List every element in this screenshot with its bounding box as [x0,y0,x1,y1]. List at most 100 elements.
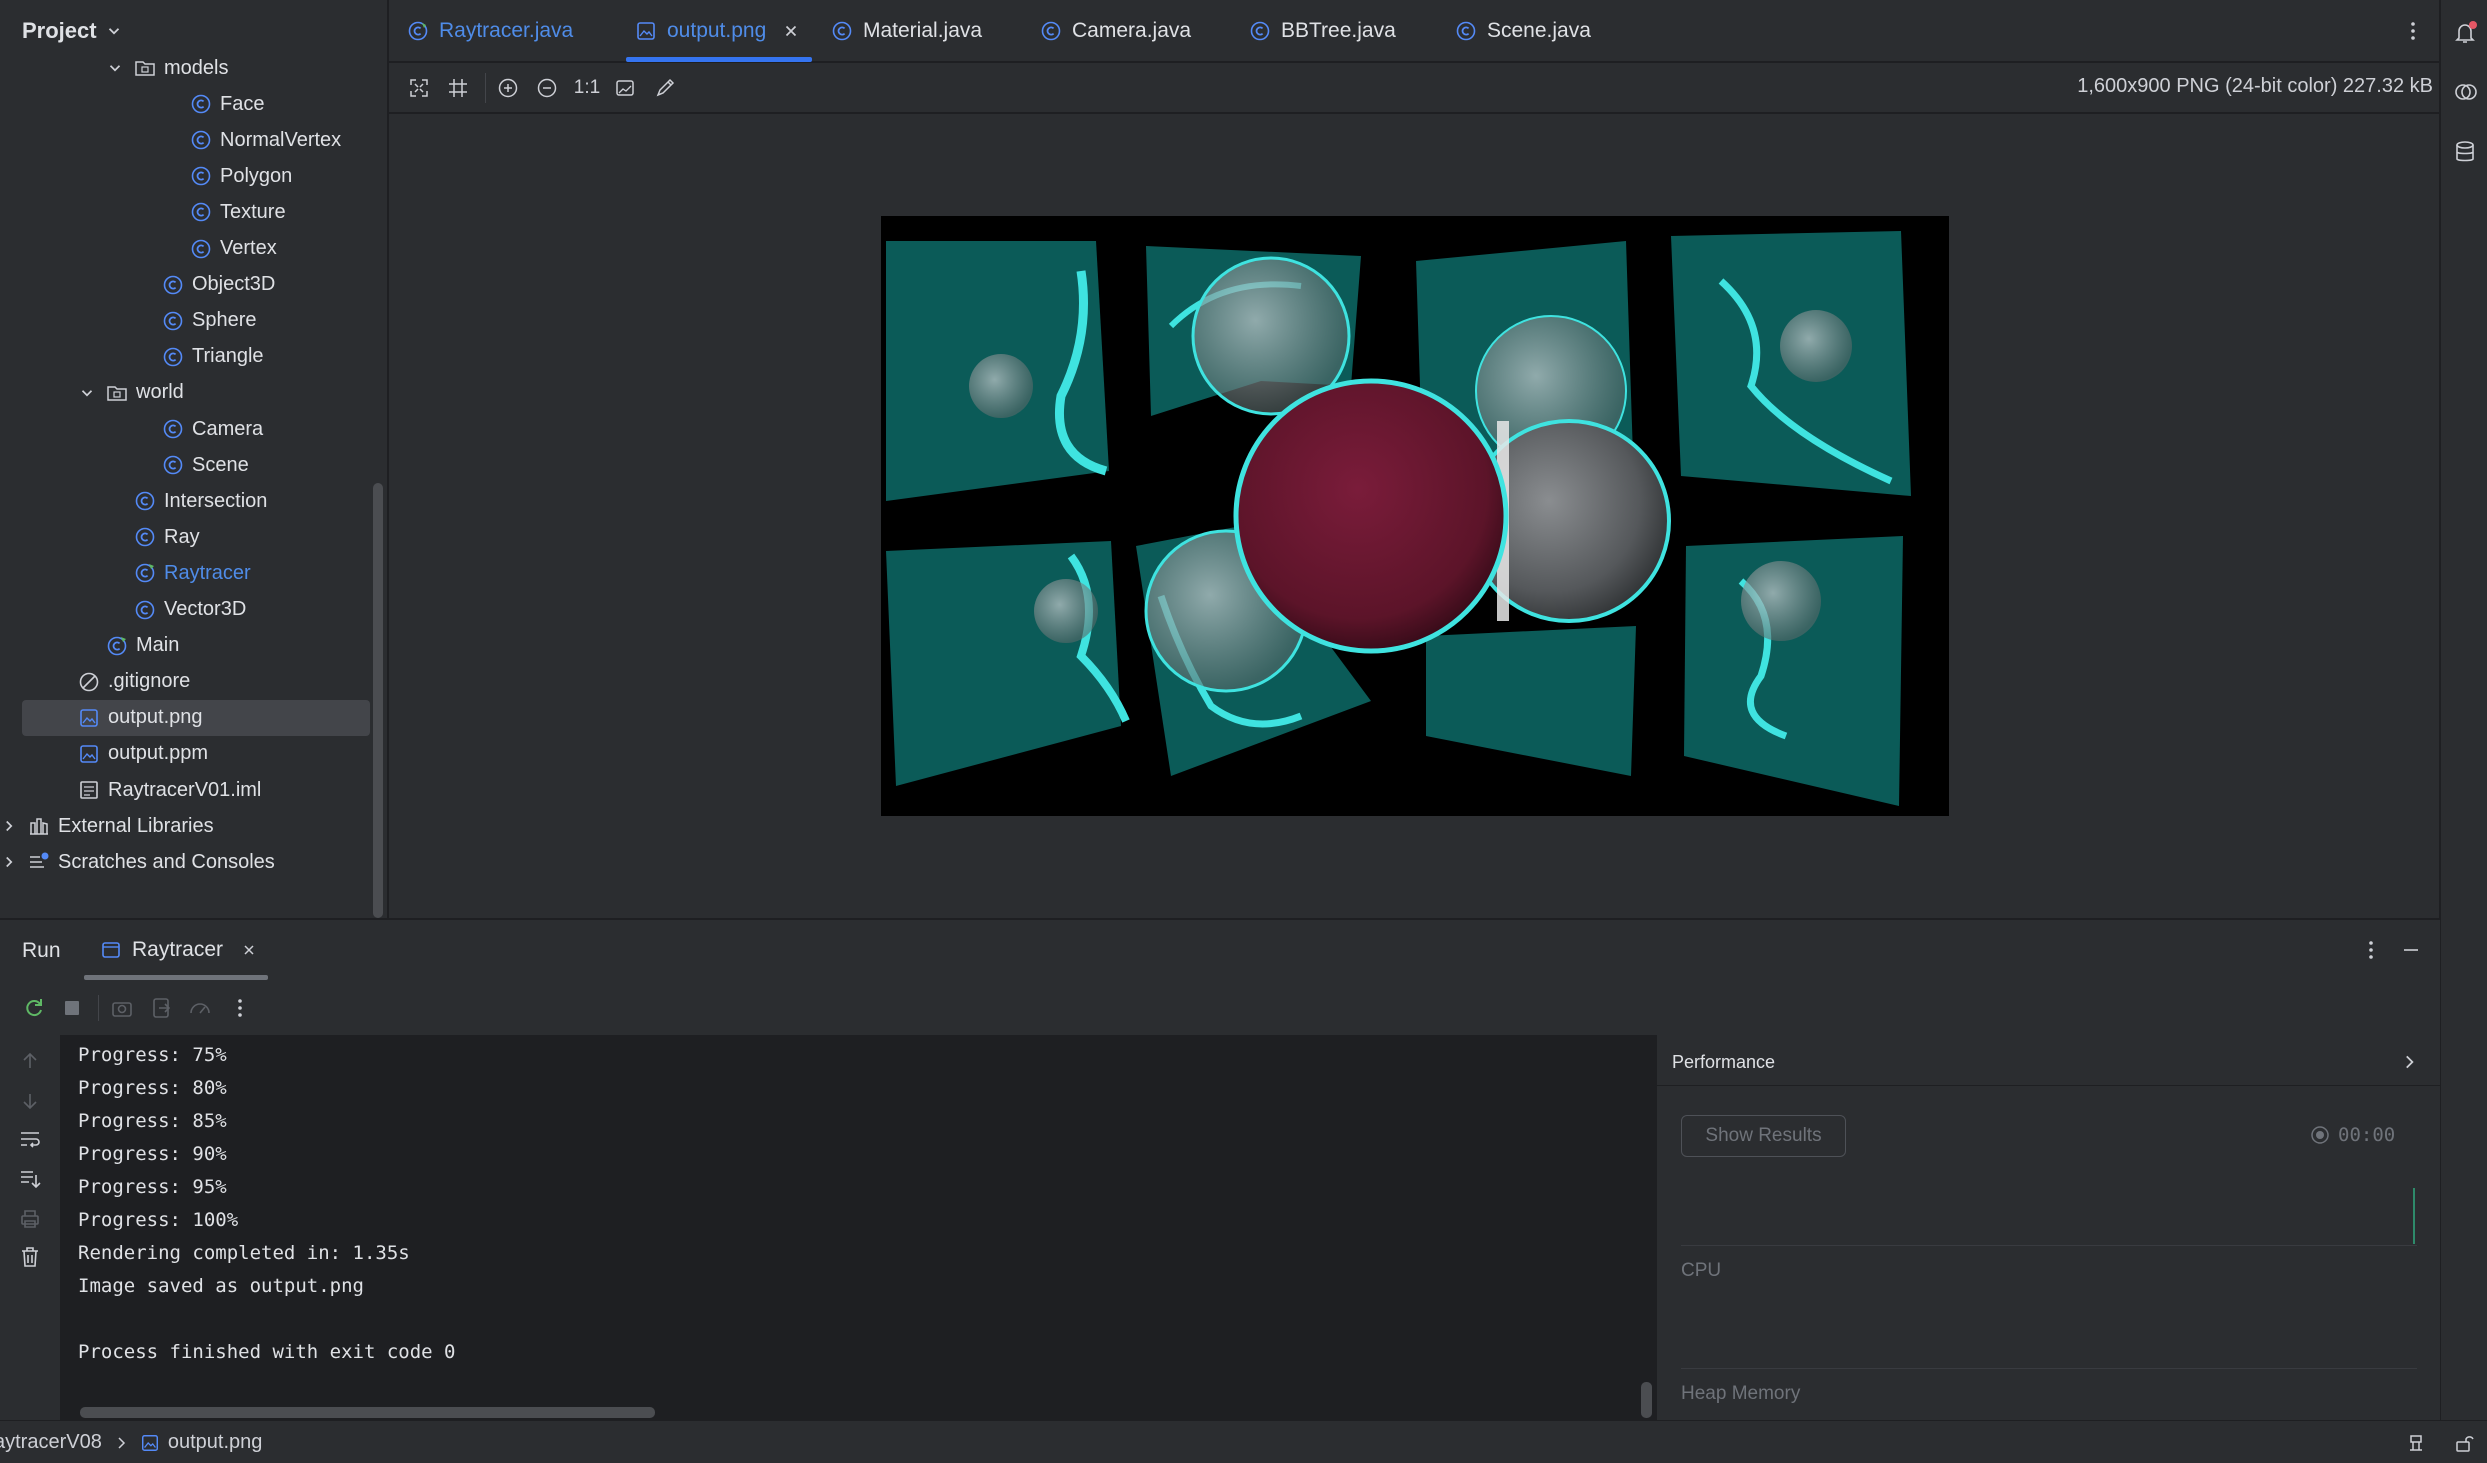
tree-item-vector3d[interactable]: Vector3D [0,592,370,628]
fit-to-window-button[interactable] [407,76,431,100]
tree-item-output-ppm[interactable]: output.ppm [0,736,370,772]
image-file-icon [141,1434,158,1451]
tab-raytracer-java[interactable]: Raytracer.java [407,0,573,62]
console-output[interactable]: Progress: 75% Progress: 80% Progress: 85… [60,1035,1656,1420]
tree-item-models[interactable]: models [0,50,370,86]
tree-item-label: Scene [192,453,249,476]
chevron-right-icon[interactable] [2400,1053,2418,1071]
console-vertical-scrollbar[interactable] [1641,1382,1652,1418]
profiler-timer: 00:00 [2310,1124,2395,1146]
zoom-out-button[interactable] [535,76,559,100]
console-side-toolbar [0,1035,60,1420]
activity-spike [2413,1188,2415,1244]
project-title: Project [22,18,97,43]
close-icon[interactable] [241,942,257,958]
tree-item-ray[interactable]: Ray [0,519,370,555]
screenshot-icon[interactable] [110,996,134,1020]
console-horizontal-scrollbar[interactable] [80,1407,655,1418]
tree-item-triangle[interactable]: Triangle [0,339,370,375]
database-icon[interactable] [2451,138,2479,166]
tab-bbtree-java[interactable]: BBTree.java [1249,0,1396,62]
tree-item-label: models [164,56,229,79]
run-tab-raytracer[interactable]: Raytracer [100,919,257,981]
class-icon [191,203,211,222]
tab-scene-java[interactable]: Scene.java [1455,0,1591,62]
tree-item-raytracer[interactable]: Raytracer [0,555,370,591]
print-icon[interactable] [18,1207,42,1231]
tree-item-main[interactable]: Main [0,628,370,664]
tree-item-camera[interactable]: Camera [0,411,370,447]
chevron-down-icon[interactable] [78,384,96,402]
more-options-icon[interactable] [2402,20,2424,42]
ai-assistant-icon[interactable] [2451,78,2479,106]
class-icon [163,419,183,439]
color-picker-button[interactable] [653,76,677,100]
vcs-widget-icon[interactable] [2405,1432,2427,1454]
tree-item-intersection[interactable]: Intersection [0,483,370,519]
tree-item-object3d[interactable]: Object3D [0,267,370,303]
tree-item-gitignore[interactable]: .gitignore [0,664,370,700]
chevron-right-icon[interactable] [0,853,18,871]
tree-item-face[interactable]: Face [0,86,370,122]
show-results-button[interactable]: Show Results [1681,1115,1846,1157]
chevron-down-icon[interactable] [106,59,124,77]
scratches-icon [30,852,49,868]
main-class-icon [408,21,428,41]
chevron-right-icon [118,1436,125,1449]
more-options-icon[interactable] [2360,939,2382,961]
module-file-icon [80,781,98,799]
image-file-icon [637,22,655,40]
rendered-output-image [881,216,1949,816]
scroll-to-end-icon[interactable] [18,1167,42,1191]
minimize-icon[interactable] [2400,939,2422,961]
show-grid-button[interactable] [446,76,470,100]
class-icon [163,275,183,294]
tree-item-label: Polygon [220,164,293,187]
tree-item-scene[interactable]: Scene [0,447,370,483]
tree-item-sphere[interactable]: Sphere [0,303,370,339]
tree-item-texture[interactable]: Texture [0,194,370,230]
tree-item-vertex[interactable]: Vertex [0,231,370,267]
project-tool-window: Project models Face NormalVertex Polygon Tex… [0,0,388,918]
scroll-up-icon[interactable] [18,1049,42,1073]
performance-header[interactable]: Performance [1656,1040,2440,1086]
tree-item-label: output.ppm [108,742,209,765]
scroll-down-icon[interactable] [18,1089,42,1113]
tree-item-world[interactable]: world [0,375,370,411]
notifications-icon[interactable] [2451,18,2479,46]
image-info-label: 1,600x900 PNG (24-bit color) 227.32 kB [2077,75,2433,97]
console-line: Progress: 95% [78,1176,227,1198]
tree-item-scratches-and-consoles[interactable]: Scratches and Consoles [0,844,370,880]
breadcrumb: aytracerV08 output.png [0,1431,262,1454]
image-viewer-toolbar: 1:1 1,600x900 PNG (24-bit color) 227.32 … [389,63,2439,113]
actual-size-button[interactable]: 1:1 [573,76,601,100]
console-line: Process finished with exit code 0 [78,1341,456,1363]
tree-item-external-libraries[interactable]: External Libraries [0,808,370,844]
background-toggle-button[interactable] [613,76,637,100]
stop-icon[interactable] [60,996,84,1020]
eyedropper-icon [656,78,675,97]
zoom-in-button[interactable] [496,76,520,100]
tab-output-png[interactable]: output.png [635,0,800,62]
rerun-icon[interactable] [22,996,46,1020]
tab-camera-java[interactable]: Camera.java [1040,0,1191,62]
run-header: Run Raytracer [0,919,2440,981]
breadcrumb-file[interactable]: output.png [168,1431,263,1454]
class-icon [163,311,183,330]
more-actions-icon[interactable] [228,996,252,1020]
restore-layout-icon[interactable] [150,996,174,1020]
lock-icon[interactable] [2453,1432,2475,1454]
clear-all-icon[interactable] [18,1245,42,1269]
profiler-icon[interactable] [188,996,212,1020]
tree-item-normalvertex[interactable]: NormalVertex [0,122,370,158]
tree-item-raytracerv01-iml[interactable]: RaytracerV01.iml [0,772,370,808]
soft-wrap-icon[interactable] [18,1127,42,1151]
tree-item-output-png[interactable]: output.png [22,699,370,736]
project-tree-scrollbar[interactable] [373,483,383,918]
breadcrumb-project[interactable]: aytracerV08 [0,1431,102,1454]
tab-material-java[interactable]: Material.java [831,0,982,62]
close-tab-icon[interactable] [782,22,800,40]
tree-item-polygon[interactable]: Polygon [0,158,370,194]
image-background-icon [616,80,634,96]
chevron-right-icon[interactable] [0,817,18,835]
